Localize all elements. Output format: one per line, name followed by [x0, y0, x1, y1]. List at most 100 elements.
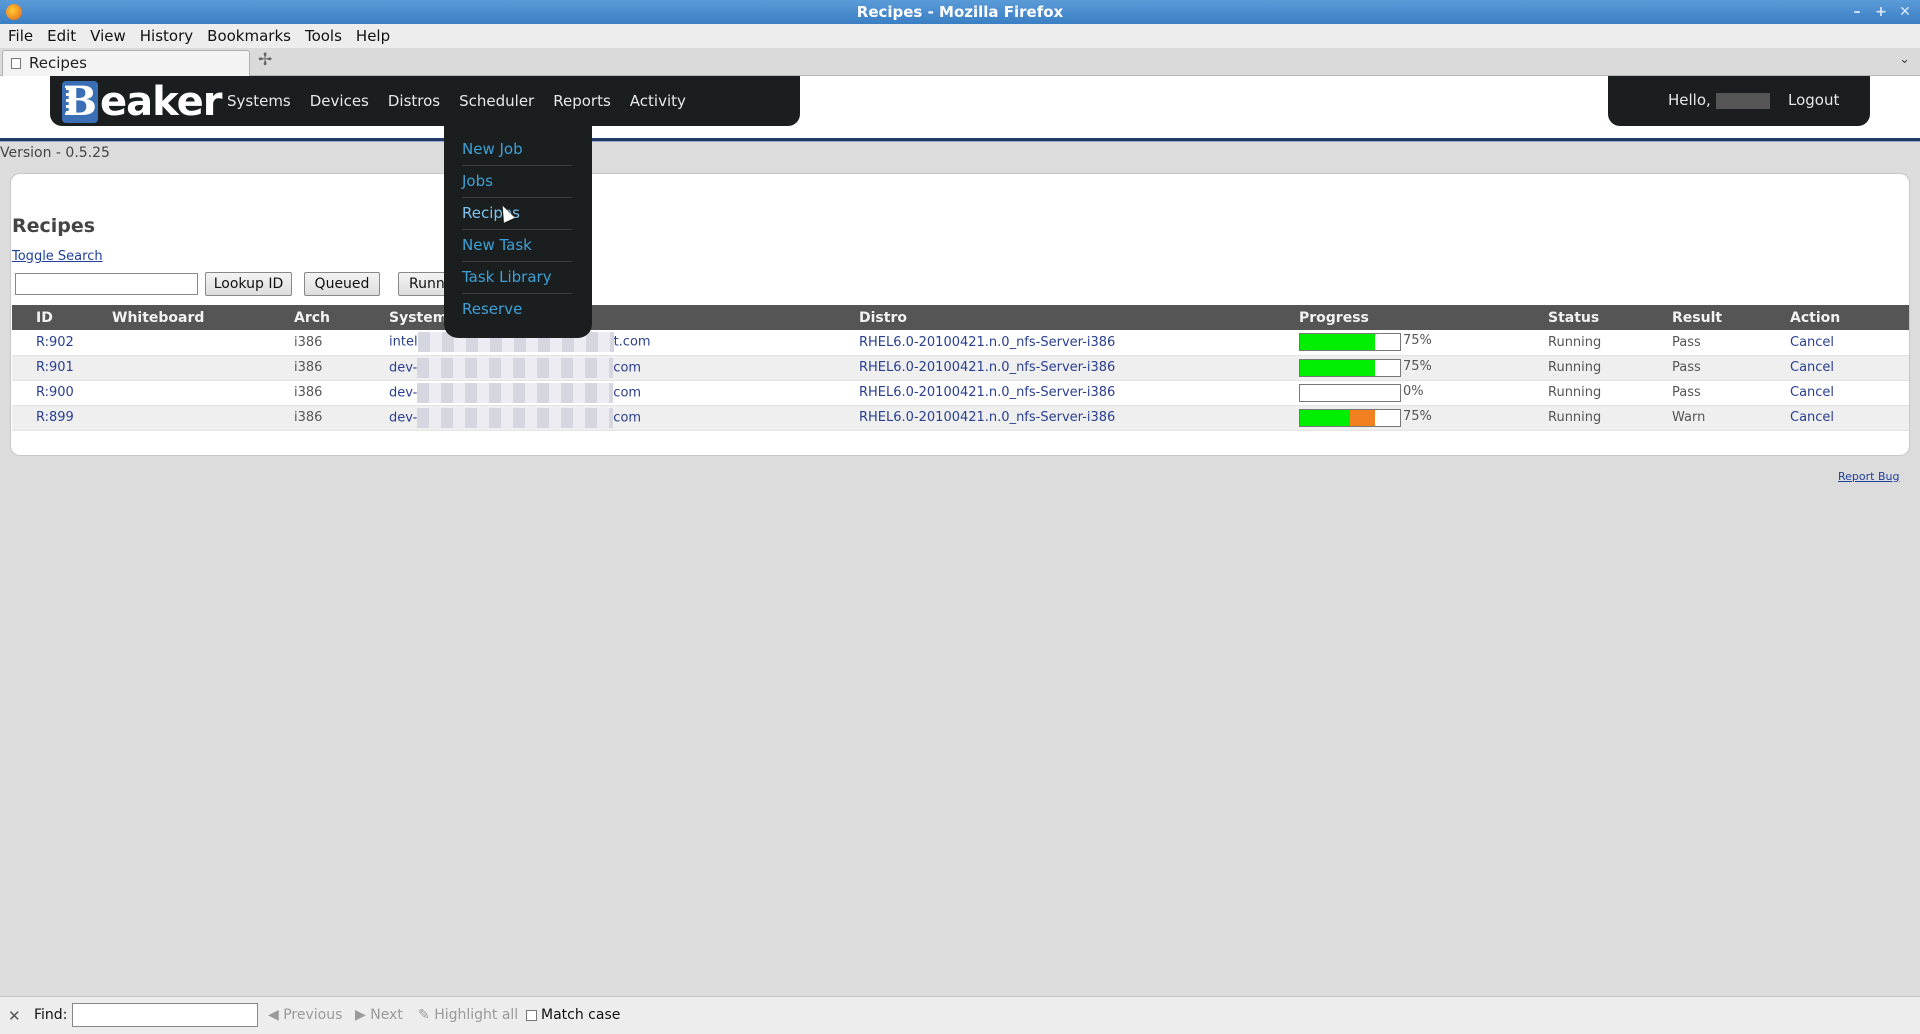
progress-cell: 75%: [1299, 405, 1548, 430]
new-tab-icon[interactable]: ✢: [258, 50, 272, 70]
maximize-icon[interactable]: +: [1872, 3, 1890, 21]
menu-item-recipes[interactable]: Recipes: [462, 198, 572, 230]
whiteboard-cell: [112, 405, 294, 430]
progress-bar: [1299, 408, 1401, 427]
close-icon[interactable]: ✕: [8, 1007, 21, 1025]
arch-cell: i386: [294, 334, 323, 350]
cancel-link[interactable]: Cancel: [1790, 385, 1834, 400]
system-redacted: [417, 407, 614, 428]
system-prefix: dev-: [389, 385, 418, 400]
lookup-id-input[interactable]: [15, 273, 198, 295]
col-arch[interactable]: Arch: [294, 305, 389, 330]
system-redacted: [417, 357, 614, 378]
menu-item-task-library[interactable]: Task Library: [462, 262, 572, 294]
tab-bar: Recipes: [0, 48, 1920, 76]
menu-item-reserve[interactable]: Reserve: [462, 294, 572, 326]
menu-view[interactable]: View: [90, 27, 126, 45]
menubar: File Edit View History Bookmarks Tools H…: [0, 24, 1920, 48]
logout-link[interactable]: Logout: [1788, 91, 1839, 109]
find-previous-button[interactable]: ◀ Previous: [268, 1007, 342, 1023]
report-bug-link[interactable]: Report Bug: [1838, 470, 1899, 483]
highlight-icon: ✎: [418, 1007, 435, 1023]
toggle-search-link[interactable]: Toggle Search: [12, 249, 103, 264]
recipe-id-link[interactable]: R:900: [36, 385, 74, 400]
progress-warn-segment: [1350, 409, 1375, 426]
menu-item-jobs[interactable]: Jobs: [462, 166, 572, 198]
menu-edit[interactable]: Edit: [47, 27, 76, 45]
col-progress[interactable]: Progress: [1299, 305, 1548, 330]
menu-item-new-task[interactable]: New Task: [462, 230, 572, 262]
arch-cell: i386: [294, 385, 323, 400]
lookup-id-button[interactable]: Lookup ID: [205, 272, 292, 296]
nav-scheduler[interactable]: Scheduler: [459, 92, 534, 110]
cancel-link[interactable]: Cancel: [1790, 360, 1834, 375]
progress-percent: 75%: [1403, 408, 1432, 424]
highlight-all-label: Highlight all: [434, 1007, 519, 1023]
menu-file[interactable]: File: [8, 27, 33, 45]
status-cell: Running: [1548, 385, 1602, 400]
col-whiteboard[interactable]: Whiteboard: [112, 305, 294, 330]
chevron-down-icon[interactable]: ⌄: [1899, 52, 1910, 67]
col-id[interactable]: ID: [12, 305, 112, 330]
table-row: R:902 i386 intel t.com RHEL6.0-20100421.n.0_…: [12, 330, 1909, 355]
arrow-right-icon: ▶: [355, 1007, 371, 1023]
distro-link[interactable]: RHEL6.0-20100421.n.0_nfs-Server-i386: [859, 410, 1115, 425]
result-cell: Pass: [1672, 360, 1701, 375]
result-cell: Pass: [1672, 334, 1701, 350]
recipe-id-link[interactable]: R:902: [36, 335, 74, 350]
main-nav: B eaker Systems Devices Distros Schedule…: [50, 76, 800, 126]
find-bar: ✕ Find: ◀ Previous ▶ Next ✎ Highlight al…: [0, 996, 1920, 1034]
status-cell: Running: [1548, 410, 1602, 425]
beaker-logo[interactable]: B eaker: [62, 79, 223, 125]
tab-label: Recipes: [29, 54, 87, 72]
distro-link[interactable]: RHEL6.0-20100421.n.0_nfs-Server-i386: [859, 385, 1115, 400]
menu-bookmarks[interactable]: Bookmarks: [207, 27, 291, 45]
minimize-icon[interactable]: –: [1848, 3, 1866, 21]
system-prefix: intel: [389, 334, 418, 350]
close-window-icon[interactable]: ✕: [1896, 3, 1914, 21]
version-text: Version - 0.5.25: [0, 145, 110, 161]
progress-pass-segment: [1300, 409, 1350, 426]
highlight-all-button[interactable]: ✎ Highlight all: [418, 1007, 518, 1023]
nav-devices[interactable]: Devices: [310, 92, 369, 110]
system-suffix: com: [613, 360, 642, 375]
system-cell[interactable]: dev-com: [389, 405, 859, 430]
distro-link[interactable]: RHEL6.0-20100421.n.0_nfs-Server-i386: [859, 360, 1115, 375]
recipe-id-link[interactable]: R:899: [36, 410, 74, 425]
find-next-button[interactable]: ▶ Next: [355, 1007, 403, 1023]
col-distro[interactable]: Distro: [859, 305, 1299, 330]
menu-tools[interactable]: Tools: [305, 27, 342, 45]
firefox-icon: [6, 4, 22, 20]
system-suffix: com: [613, 410, 642, 425]
menu-help[interactable]: Help: [356, 27, 390, 45]
cancel-link[interactable]: Cancel: [1790, 410, 1834, 425]
match-case-checkbox[interactable]: [526, 1010, 537, 1021]
beaker-logo-text: eaker: [100, 79, 223, 125]
cancel-link[interactable]: Cancel: [1790, 335, 1834, 350]
recipe-id-link[interactable]: R:901: [36, 360, 74, 375]
whiteboard-cell: [112, 355, 294, 380]
system-cell[interactable]: dev-com: [389, 355, 859, 380]
nav-distros[interactable]: Distros: [388, 92, 440, 110]
progress-percent: 0%: [1403, 383, 1424, 399]
nav-reports[interactable]: Reports: [553, 92, 611, 110]
nav-systems[interactable]: Systems: [227, 92, 291, 110]
find-next-label: Next: [370, 1007, 403, 1023]
recipes-panel: Recipes Toggle Search Lookup ID Queued R…: [10, 173, 1910, 456]
tab-recipes[interactable]: Recipes: [2, 50, 250, 76]
system-cell[interactable]: dev-com: [389, 380, 859, 405]
find-input[interactable]: [72, 1003, 258, 1027]
menu-item-new-job[interactable]: New Job: [462, 134, 572, 166]
progress-bar: [1299, 383, 1401, 402]
distro-link[interactable]: RHEL6.0-20100421.n.0_nfs-Server-i386: [859, 335, 1115, 350]
menu-history[interactable]: History: [140, 27, 193, 45]
col-status[interactable]: Status: [1548, 305, 1672, 330]
col-action[interactable]: Action: [1790, 305, 1909, 330]
queued-button[interactable]: Queued: [304, 272, 380, 296]
recipes-table: ID Whiteboard Arch System Distro Progres…: [12, 305, 1909, 431]
col-result[interactable]: Result: [1672, 305, 1790, 330]
nav-activity[interactable]: Activity: [630, 92, 686, 110]
find-label: Find:: [34, 1007, 68, 1023]
progress-cell: 75%: [1299, 355, 1548, 380]
window-titlebar: Recipes - Mozilla Firefox – + ✕: [0, 0, 1920, 24]
